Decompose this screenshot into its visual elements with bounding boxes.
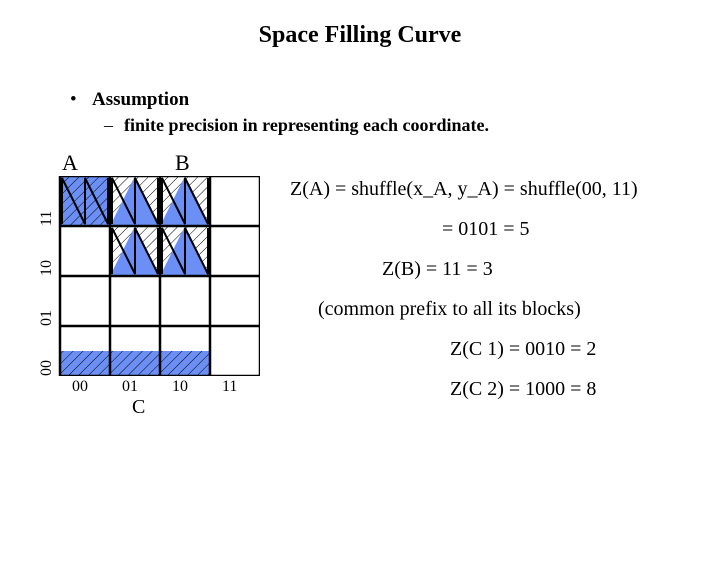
eq-line-3: Z(B) = 11 = 3 xyxy=(382,256,638,282)
x-tick-10: 10 xyxy=(172,378,188,396)
equations: Z(A) = shuffle(x_A, y_A) = shuffle(00, 1… xyxy=(290,176,638,416)
label-B: B xyxy=(175,150,190,176)
bullet-line: •Assumption xyxy=(70,89,720,111)
label-C: C xyxy=(132,396,145,419)
bullet-area: •Assumption –finite precision in represe… xyxy=(70,89,720,136)
page-title: Space Filling Curve xyxy=(0,22,720,49)
y-tick-01: 01 xyxy=(38,310,56,326)
label-A: A xyxy=(62,150,78,176)
x-tick-11: 11 xyxy=(222,378,237,396)
y-tick-11: 11 xyxy=(38,211,56,226)
content: A B xyxy=(0,146,720,466)
eq-line-4: (common prefix to all its blocks) xyxy=(318,296,638,322)
x-tick-00: 00 xyxy=(72,378,88,396)
x-tick-01: 01 xyxy=(122,378,138,396)
eq-line-1: Z(A) = shuffle(x_A, y_A) = shuffle(00, 1… xyxy=(290,176,638,202)
sub-line: –finite precision in representing each c… xyxy=(104,115,720,136)
bullet-text: Assumption xyxy=(92,89,189,110)
eq-line-5: Z(C 1) = 0010 = 2 xyxy=(450,336,638,362)
eq-line-6: Z(C 2) = 1000 = 8 xyxy=(450,376,638,402)
eq-line-2: = 0101 = 5 xyxy=(442,216,638,242)
y-tick-10: 10 xyxy=(38,260,56,276)
grid-diagram xyxy=(40,176,260,376)
sub-text: finite precision in representing each co… xyxy=(124,115,489,135)
grid-svg xyxy=(40,176,260,376)
y-tick-00: 00 xyxy=(38,360,56,376)
bullet-icon: • xyxy=(70,89,92,111)
dash-icon: – xyxy=(104,115,124,136)
